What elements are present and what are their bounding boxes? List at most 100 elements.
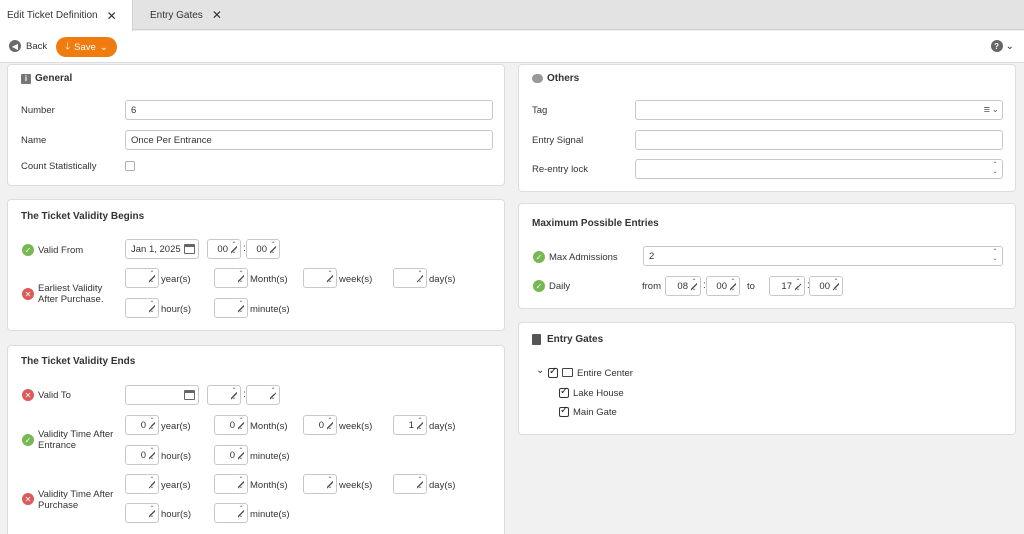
max-admissions-input[interactable]: 2 ⌃ ⌄ (643, 246, 1003, 266)
updown-icon[interactable]: ⌃ ⌄ (326, 418, 334, 432)
updown-icon[interactable]: ⌃ ⌄ (237, 418, 245, 432)
entrance-hour-input[interactable]: 0 ⌃ ⌄ (125, 445, 159, 465)
week-unit: week(s) (339, 421, 373, 432)
entrance-week-input[interactable]: 0 ⌃ ⌄ (303, 415, 337, 435)
updown-icon[interactable]: ⌃ ⌄ (269, 388, 277, 402)
purchase-month-input[interactable]: ⌃ ⌄ (214, 474, 248, 494)
valid-from-minute-input[interactable]: 00 ⌃ ⌄ (246, 239, 280, 259)
updown-icon[interactable]: ⌃ ⌄ (148, 448, 156, 462)
help-menu[interactable]: ? ⌄ (990, 40, 1014, 52)
tree-item-lake-house[interactable]: Lake House (573, 388, 624, 399)
entrance-year-input[interactable]: 0 ⌃ ⌄ (125, 415, 159, 435)
close-icon[interactable]: ✕ (107, 9, 117, 23)
info-icon: i (21, 73, 31, 84)
back-label: Back (26, 40, 48, 52)
updown-icon[interactable]: ⌃ ⌄ (148, 301, 156, 315)
updown-icon[interactable]: ⌃ ⌄ (416, 477, 424, 491)
updown-icon[interactable]: ⌃ ⌄ (690, 279, 698, 293)
updown-icon[interactable]: ⌃ ⌄ (148, 506, 156, 520)
updown-icon[interactable]: ⌃ ⌄ (269, 242, 277, 256)
earliest-hour-input[interactable]: ⌃ ⌄ (125, 298, 159, 318)
purchase-year-input[interactable]: ⌃ ⌄ (125, 474, 159, 494)
to-label: to (747, 281, 755, 292)
earliest-minute-input[interactable]: ⌃ ⌄ (214, 298, 248, 318)
day-unit: day(s) (429, 421, 456, 432)
entrance-month-input[interactable]: 0 ⌃ ⌄ (214, 415, 248, 435)
chevron-down-icon[interactable]: ⌄ (536, 365, 544, 376)
updown-icon[interactable]: ⌃ ⌄ (237, 477, 245, 491)
lake-house-checkbox[interactable] (559, 386, 569, 398)
panel-title: The Ticket Validity Ends (21, 356, 136, 367)
label-line: After Purchase. (38, 294, 104, 305)
validity-begins-panel: The Ticket Validity Begins ✓ Valid From … (7, 199, 505, 331)
check-circle-icon: ✓ (22, 244, 34, 256)
chevron-down-icon: ⌄ (991, 104, 999, 114)
updown-icon[interactable]: ⌃ ⌄ (237, 448, 245, 462)
tab-edit-ticket-definition[interactable]: Edit Ticket Definition ✕ (0, 0, 133, 31)
spin-value: 0 (229, 449, 235, 461)
updown-icon[interactable]: ⌃ ⌄ (237, 506, 245, 520)
updown-icon[interactable]: ⌃ ⌄ (794, 279, 802, 293)
updown-icon[interactable]: ⌃ ⌄ (416, 418, 424, 432)
purchase-week-input[interactable]: ⌃ ⌄ (303, 474, 337, 494)
folder-open-icon (562, 368, 573, 377)
updown-icon[interactable]: ⌃ ⌄ (237, 271, 245, 285)
tree-item-main-gate[interactable]: Main Gate (573, 407, 617, 418)
purchase-hour-input[interactable]: ⌃ ⌄ (125, 503, 159, 523)
daily-from-minute-input[interactable]: 00 ⌃ ⌄ (706, 276, 740, 296)
reentry-lock-select[interactable]: ⌃ ⌄ (635, 159, 1003, 179)
updown-icon[interactable]: ⌃ ⌄ (237, 301, 245, 315)
entrance-minute-input[interactable]: 0 ⌃ ⌄ (214, 445, 248, 465)
purchase-day-input[interactable]: ⌃ ⌄ (393, 474, 427, 494)
purchase-minute-input[interactable]: ⌃ ⌄ (214, 503, 248, 523)
valid-to-hour-input[interactable]: ⌃ ⌄ (207, 385, 241, 405)
valid-from-date-input[interactable]: Jan 1, 2025 (125, 239, 199, 259)
earliest-month-input[interactable]: ⌃ ⌄ (214, 268, 248, 288)
updown-icon[interactable]: ⌃ ⌄ (230, 242, 238, 256)
updown-icon[interactable]: ⌃ ⌄ (148, 477, 156, 491)
updown-icon[interactable]: ⌃ ⌄ (326, 477, 334, 491)
close-icon[interactable]: ✕ (212, 8, 222, 22)
tag-select[interactable]: ≡ ⌄ (635, 100, 1003, 120)
valid-to-minute-input[interactable]: ⌃ ⌄ (246, 385, 280, 405)
updown-icon[interactable]: ⌃ ⌄ (832, 279, 840, 293)
day-unit: day(s) (429, 274, 456, 285)
save-button[interactable]: 🡓 Save ⌄ (56, 37, 117, 57)
updown-icon[interactable]: ⌃ ⌄ (729, 279, 737, 293)
daily-label: Daily (549, 281, 571, 292)
updown-icon[interactable]: ⌃ ⌄ (991, 249, 999, 263)
valid-to-date-input[interactable] (125, 385, 199, 405)
tree-item-entire-center[interactable]: Entire Center (577, 368, 633, 379)
tab-entry-gates[interactable]: Entry Gates ✕ (150, 0, 222, 30)
label-line: Entrance (38, 440, 77, 451)
back-button[interactable]: ◀ Back (9, 40, 47, 52)
updown-icon[interactable]: ⌃ ⌄ (416, 271, 424, 285)
calendar-icon[interactable] (184, 390, 195, 400)
main-gate-checkbox[interactable] (559, 405, 569, 417)
entire-center-checkbox[interactable] (548, 366, 558, 378)
updown-icon[interactable]: ⌃ ⌄ (148, 418, 156, 432)
max-entries-panel: Maximum Possible Entries ✓ Max Admission… (518, 203, 1016, 309)
entry-signal-label: Entry Signal (532, 135, 584, 146)
entrance-day-input[interactable]: 1 ⌃ ⌄ (393, 415, 427, 435)
daily-from-hour-input[interactable]: 08 ⌃ ⌄ (665, 276, 701, 296)
tag-label: Tag (532, 105, 548, 116)
name-input[interactable]: Once Per Entrance (125, 130, 493, 150)
updown-icon[interactable]: ⌃ ⌄ (230, 388, 238, 402)
panel-title: i General (21, 73, 72, 84)
earliest-week-input[interactable]: ⌃ ⌄ (303, 268, 337, 288)
earliest-year-input[interactable]: ⌃ ⌄ (125, 268, 159, 288)
updown-icon[interactable]: ⌃ ⌄ (148, 271, 156, 285)
daily-to-hour-input[interactable]: 17 ⌃ ⌄ (769, 276, 805, 296)
calendar-icon[interactable] (184, 244, 195, 254)
valid-from-hour-input[interactable]: 00 ⌃ ⌄ (207, 239, 241, 259)
entry-signal-input[interactable] (635, 130, 1003, 150)
panel-title-text: Entry Gates (547, 334, 604, 345)
daily-to-minute-input[interactable]: 00 ⌃ ⌄ (809, 276, 843, 296)
count-statistically-checkbox[interactable] (125, 161, 135, 171)
updown-icon[interactable]: ⌃ ⌄ (326, 271, 334, 285)
earliest-day-input[interactable]: ⌃ ⌄ (393, 268, 427, 288)
max-admissions-label: Max Admissions (549, 252, 618, 263)
number-input[interactable]: 6 (125, 100, 493, 120)
hour-value: 00 (217, 243, 228, 255)
